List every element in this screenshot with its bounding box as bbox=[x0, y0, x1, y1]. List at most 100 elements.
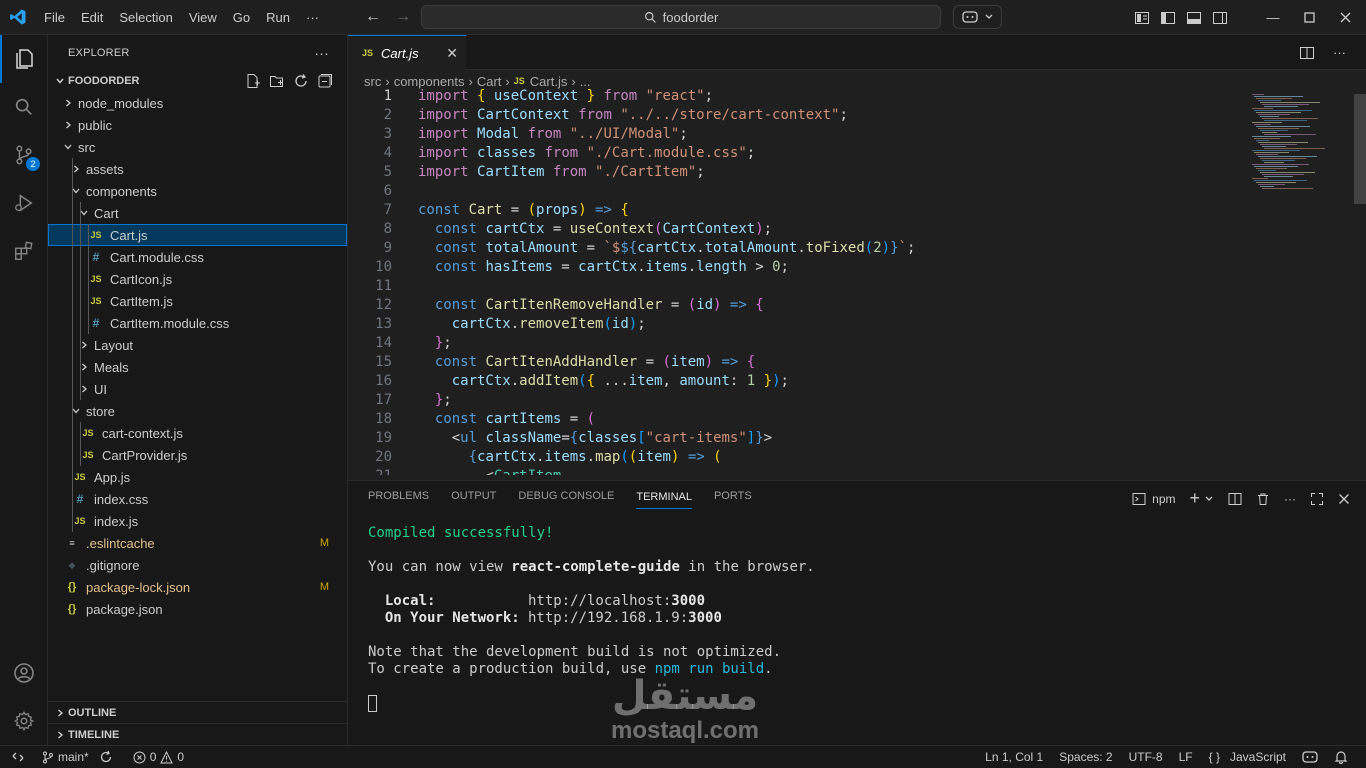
folder-item[interactable]: Layout bbox=[48, 334, 347, 356]
tab-terminal[interactable]: TERMINAL bbox=[636, 491, 692, 509]
chevron-down-icon[interactable] bbox=[1204, 494, 1214, 504]
end-of-line[interactable]: LF bbox=[1171, 750, 1201, 764]
remote-indicator-icon[interactable] bbox=[0, 746, 36, 768]
js-file-icon: JS bbox=[74, 516, 86, 526]
source-control-icon[interactable]: 2 bbox=[0, 131, 48, 179]
problems-indicator[interactable]: 0 0 bbox=[127, 750, 190, 764]
language-mode[interactable]: { } JavaScript bbox=[1201, 750, 1294, 764]
minimap-line bbox=[1264, 120, 1307, 121]
editor-more-actions[interactable]: ··· bbox=[1333, 45, 1346, 61]
code-editor[interactable]: 1 import { useContext } from "react"; 2 imp… bbox=[348, 87, 1248, 475]
copilot-button[interactable] bbox=[953, 5, 1002, 29]
tab-cart-js[interactable]: JS Cart.js ✕ bbox=[348, 35, 466, 70]
menu-view[interactable]: View bbox=[181, 0, 225, 35]
new-folder-icon[interactable] bbox=[269, 73, 285, 89]
notifications-bell-icon[interactable] bbox=[1326, 750, 1356, 764]
tab-problems[interactable]: PROBLEMS bbox=[368, 490, 429, 502]
tab-debug-console[interactable]: DEBUG CONSOLE bbox=[518, 490, 614, 502]
explorer-icon[interactable] bbox=[0, 35, 48, 83]
copilot-status-icon[interactable] bbox=[1294, 750, 1326, 764]
minimap-line bbox=[1258, 114, 1290, 115]
minimap-line bbox=[1262, 160, 1295, 161]
close-panel-icon[interactable] bbox=[1338, 493, 1350, 505]
file-item[interactable]: # CartItem.module.css bbox=[48, 312, 347, 334]
close-window-icon[interactable] bbox=[1332, 12, 1358, 23]
terminal-shell-name[interactable]: npm bbox=[1152, 492, 1175, 506]
tab-ports[interactable]: PORTS bbox=[714, 490, 752, 502]
folder-item[interactable]: node_modules bbox=[48, 92, 347, 114]
refresh-icon[interactable] bbox=[293, 73, 309, 89]
maximize-panel-icon[interactable] bbox=[1310, 492, 1324, 506]
js-file-icon: JS bbox=[90, 230, 102, 240]
forward-arrow-icon[interactable]: → bbox=[392, 6, 414, 28]
split-terminal-icon[interactable] bbox=[1228, 492, 1242, 506]
folder-item[interactable]: src bbox=[48, 136, 347, 158]
encoding[interactable]: UTF-8 bbox=[1121, 750, 1171, 764]
file-item[interactable]: JS index.js bbox=[48, 510, 347, 532]
menu-go[interactable]: Go bbox=[225, 0, 258, 35]
back-arrow-icon[interactable]: ← bbox=[362, 6, 384, 28]
panel-more-actions[interactable]: ··· bbox=[1284, 492, 1296, 506]
folder-item[interactable]: public bbox=[48, 114, 347, 136]
timeline-section[interactable]: TIMELINE bbox=[48, 723, 347, 746]
toggle-primary-sidebar-icon[interactable] bbox=[1160, 10, 1176, 26]
collapse-all-icon[interactable] bbox=[317, 73, 333, 89]
folder-item[interactable]: Meals bbox=[48, 356, 347, 378]
explorer-more-actions[interactable]: ··· bbox=[314, 45, 329, 61]
file-item[interactable]: JS App.js bbox=[48, 466, 347, 488]
command-center-search[interactable]: foodorder bbox=[421, 5, 941, 29]
branch-indicator[interactable]: main* bbox=[36, 750, 119, 764]
file-item[interactable]: JS Cart.js bbox=[48, 224, 347, 246]
new-file-icon[interactable] bbox=[245, 73, 261, 89]
scrollbar-thumb[interactable] bbox=[1354, 94, 1366, 204]
file-item[interactable]: {} package.json bbox=[48, 598, 347, 620]
menu-edit[interactable]: Edit bbox=[73, 0, 111, 35]
minimap-line bbox=[1256, 112, 1301, 113]
file-item[interactable]: JS CartProvider.js bbox=[48, 444, 347, 466]
menu-selection[interactable]: Selection bbox=[111, 0, 180, 35]
outline-section[interactable]: OUTLINE bbox=[48, 701, 347, 724]
menu-run[interactable]: Run bbox=[258, 0, 298, 35]
folder-item[interactable]: assets bbox=[48, 158, 347, 180]
file-item[interactable]: JS cart-context.js bbox=[48, 422, 347, 444]
extensions-icon[interactable] bbox=[0, 227, 48, 275]
folder-item[interactable]: components bbox=[48, 180, 347, 202]
menu-file[interactable]: File bbox=[36, 0, 73, 35]
panel-tabs: PROBLEMS OUTPUT DEBUG CONSOLE TERMINAL P… bbox=[348, 481, 1366, 511]
toggle-panel-icon[interactable] bbox=[1186, 10, 1202, 26]
trash-icon[interactable] bbox=[1256, 492, 1270, 506]
editor-scrollbar[interactable] bbox=[1352, 92, 1366, 480]
file-item[interactable]: JS CartIcon.js bbox=[48, 268, 347, 290]
tree-item-label: Cart.module.css bbox=[110, 249, 204, 265]
maximize-icon[interactable] bbox=[1296, 12, 1322, 23]
folder-item[interactable]: store bbox=[48, 400, 347, 422]
indentation[interactable]: Spaces: 2 bbox=[1051, 750, 1120, 764]
accounts-icon[interactable] bbox=[0, 649, 48, 697]
sync-icon[interactable] bbox=[99, 750, 113, 764]
folder-item[interactable]: UI bbox=[48, 378, 347, 400]
split-editor-icon[interactable] bbox=[1299, 45, 1315, 61]
file-item[interactable]: ≡ .eslintcache M bbox=[48, 532, 347, 554]
toggle-secondary-sidebar-icon[interactable] bbox=[1212, 10, 1228, 26]
menu-more[interactable]: ··· bbox=[298, 0, 327, 35]
manage-gear-icon[interactable] bbox=[0, 697, 48, 745]
minimize-icon[interactable]: — bbox=[1260, 10, 1286, 25]
search-view-icon[interactable] bbox=[0, 83, 48, 131]
cursor-position[interactable]: Ln 1, Col 1 bbox=[977, 750, 1051, 764]
file-item[interactable]: ◆ .gitignore bbox=[48, 554, 347, 576]
file-item[interactable]: # Cart.module.css bbox=[48, 246, 347, 268]
close-tab-icon[interactable]: ✕ bbox=[446, 45, 458, 62]
minimap-line bbox=[1262, 104, 1309, 105]
new-terminal-plus-icon[interactable]: + bbox=[1189, 488, 1200, 509]
code-line: 10 const hasItems = cartCtx.items.length… bbox=[348, 258, 1248, 277]
folder-section-header[interactable]: FOODORDER bbox=[48, 70, 347, 92]
run-debug-icon[interactable] bbox=[0, 179, 48, 227]
minimap[interactable] bbox=[1250, 92, 1350, 202]
vscode-logo-icon[interactable] bbox=[0, 0, 36, 35]
file-item[interactable]: {} package-lock.json M bbox=[48, 576, 347, 598]
tab-output[interactable]: OUTPUT bbox=[451, 490, 496, 502]
file-item[interactable]: JS CartItem.js bbox=[48, 290, 347, 312]
file-item[interactable]: # index.css bbox=[48, 488, 347, 510]
customize-layout-icon[interactable] bbox=[1134, 10, 1150, 26]
folder-item[interactable]: Cart bbox=[48, 202, 347, 224]
